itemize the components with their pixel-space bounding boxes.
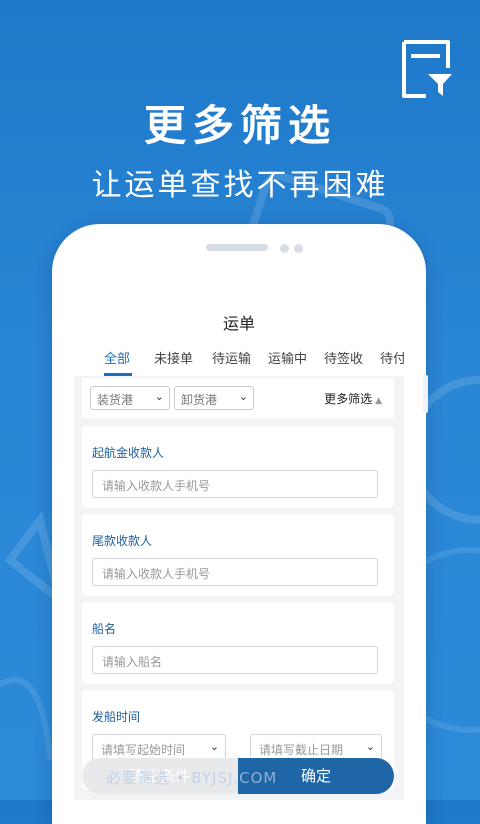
- final-payee-label: 尾款收款人: [92, 534, 153, 548]
- sail-time-start-placeholder: 请填写起始时间: [101, 743, 186, 757]
- departure-payee-label: 起航金收款人: [92, 446, 165, 460]
- chevron-down-icon: ⌄: [365, 740, 375, 753]
- load-port-select[interactable]: 装货港 ⌄: [90, 386, 170, 410]
- unload-port-label: 卸货港: [181, 393, 218, 407]
- chevron-down-icon: ⌄: [209, 740, 219, 753]
- watermark-text: 必要筛选 • BYJSJ.COM: [106, 769, 278, 787]
- filter-icon: [402, 40, 452, 98]
- sail-time-end-placeholder: 请填写截止日期: [259, 743, 344, 757]
- tab-in-transit[interactable]: 运输中: [268, 348, 307, 367]
- phone-camera: [280, 244, 289, 253]
- departure-payee-card: 起航金收款人 请输入收款人手机号: [82, 426, 394, 508]
- chevron-down-icon: ⌄: [238, 390, 248, 403]
- tab-not-accepted[interactable]: 未接单: [154, 348, 193, 367]
- more-filters-toggle[interactable]: 更多筛选 ▲: [324, 390, 382, 407]
- tab-awaiting-payment[interactable]: 待付: [380, 348, 404, 367]
- ship-name-label: 船名: [92, 622, 117, 636]
- chevron-down-icon: ⌄: [154, 390, 164, 403]
- phone-speaker: [206, 244, 268, 251]
- more-filters-label: 更多筛选: [324, 392, 373, 406]
- tab-awaiting-transport[interactable]: 待运输: [212, 348, 251, 367]
- hero-title: 更多筛选: [143, 101, 336, 150]
- hero-subtitle: 让运单查找不再困难: [91, 168, 389, 203]
- phone-side-button: [423, 375, 428, 413]
- load-port-label: 装货港: [97, 393, 134, 407]
- departure-payee-input[interactable]: 请输入收款人手机号: [92, 470, 378, 498]
- filter-bar: 装货港 ⌄ 卸货港 ⌄ 更多筛选 ▲: [82, 378, 394, 418]
- app-screen: 运单 全部 未接单 待运输 运输中 待签收 待付 装货港 ⌄ 卸货港 ⌄ 更多筛…: [74, 296, 404, 800]
- unload-port-select[interactable]: 卸货港 ⌄: [174, 386, 254, 410]
- triangle-up-icon: ▲: [375, 396, 382, 406]
- final-payee-input[interactable]: 请输入收款人手机号: [92, 558, 378, 586]
- page-title: 运单: [222, 314, 255, 333]
- ship-name-input[interactable]: 请输入船名: [92, 646, 378, 674]
- sail-time-label: 发船时间: [92, 710, 141, 724]
- active-tab-indicator: [104, 373, 132, 376]
- tab-all[interactable]: 全部: [104, 348, 130, 367]
- phone-sensor: [294, 244, 303, 253]
- tab-bar: 全部 未接单 待运输 运输中 待签收 待付: [74, 348, 404, 376]
- app-header: 运单 全部 未接单 待运输 运输中 待签收 待付: [74, 296, 404, 376]
- tab-awaiting-receipt[interactable]: 待签收: [324, 348, 363, 367]
- final-payee-card: 尾款收款人 请输入收款人手机号: [82, 514, 394, 596]
- ship-name-card: 船名 请输入船名: [82, 602, 394, 684]
